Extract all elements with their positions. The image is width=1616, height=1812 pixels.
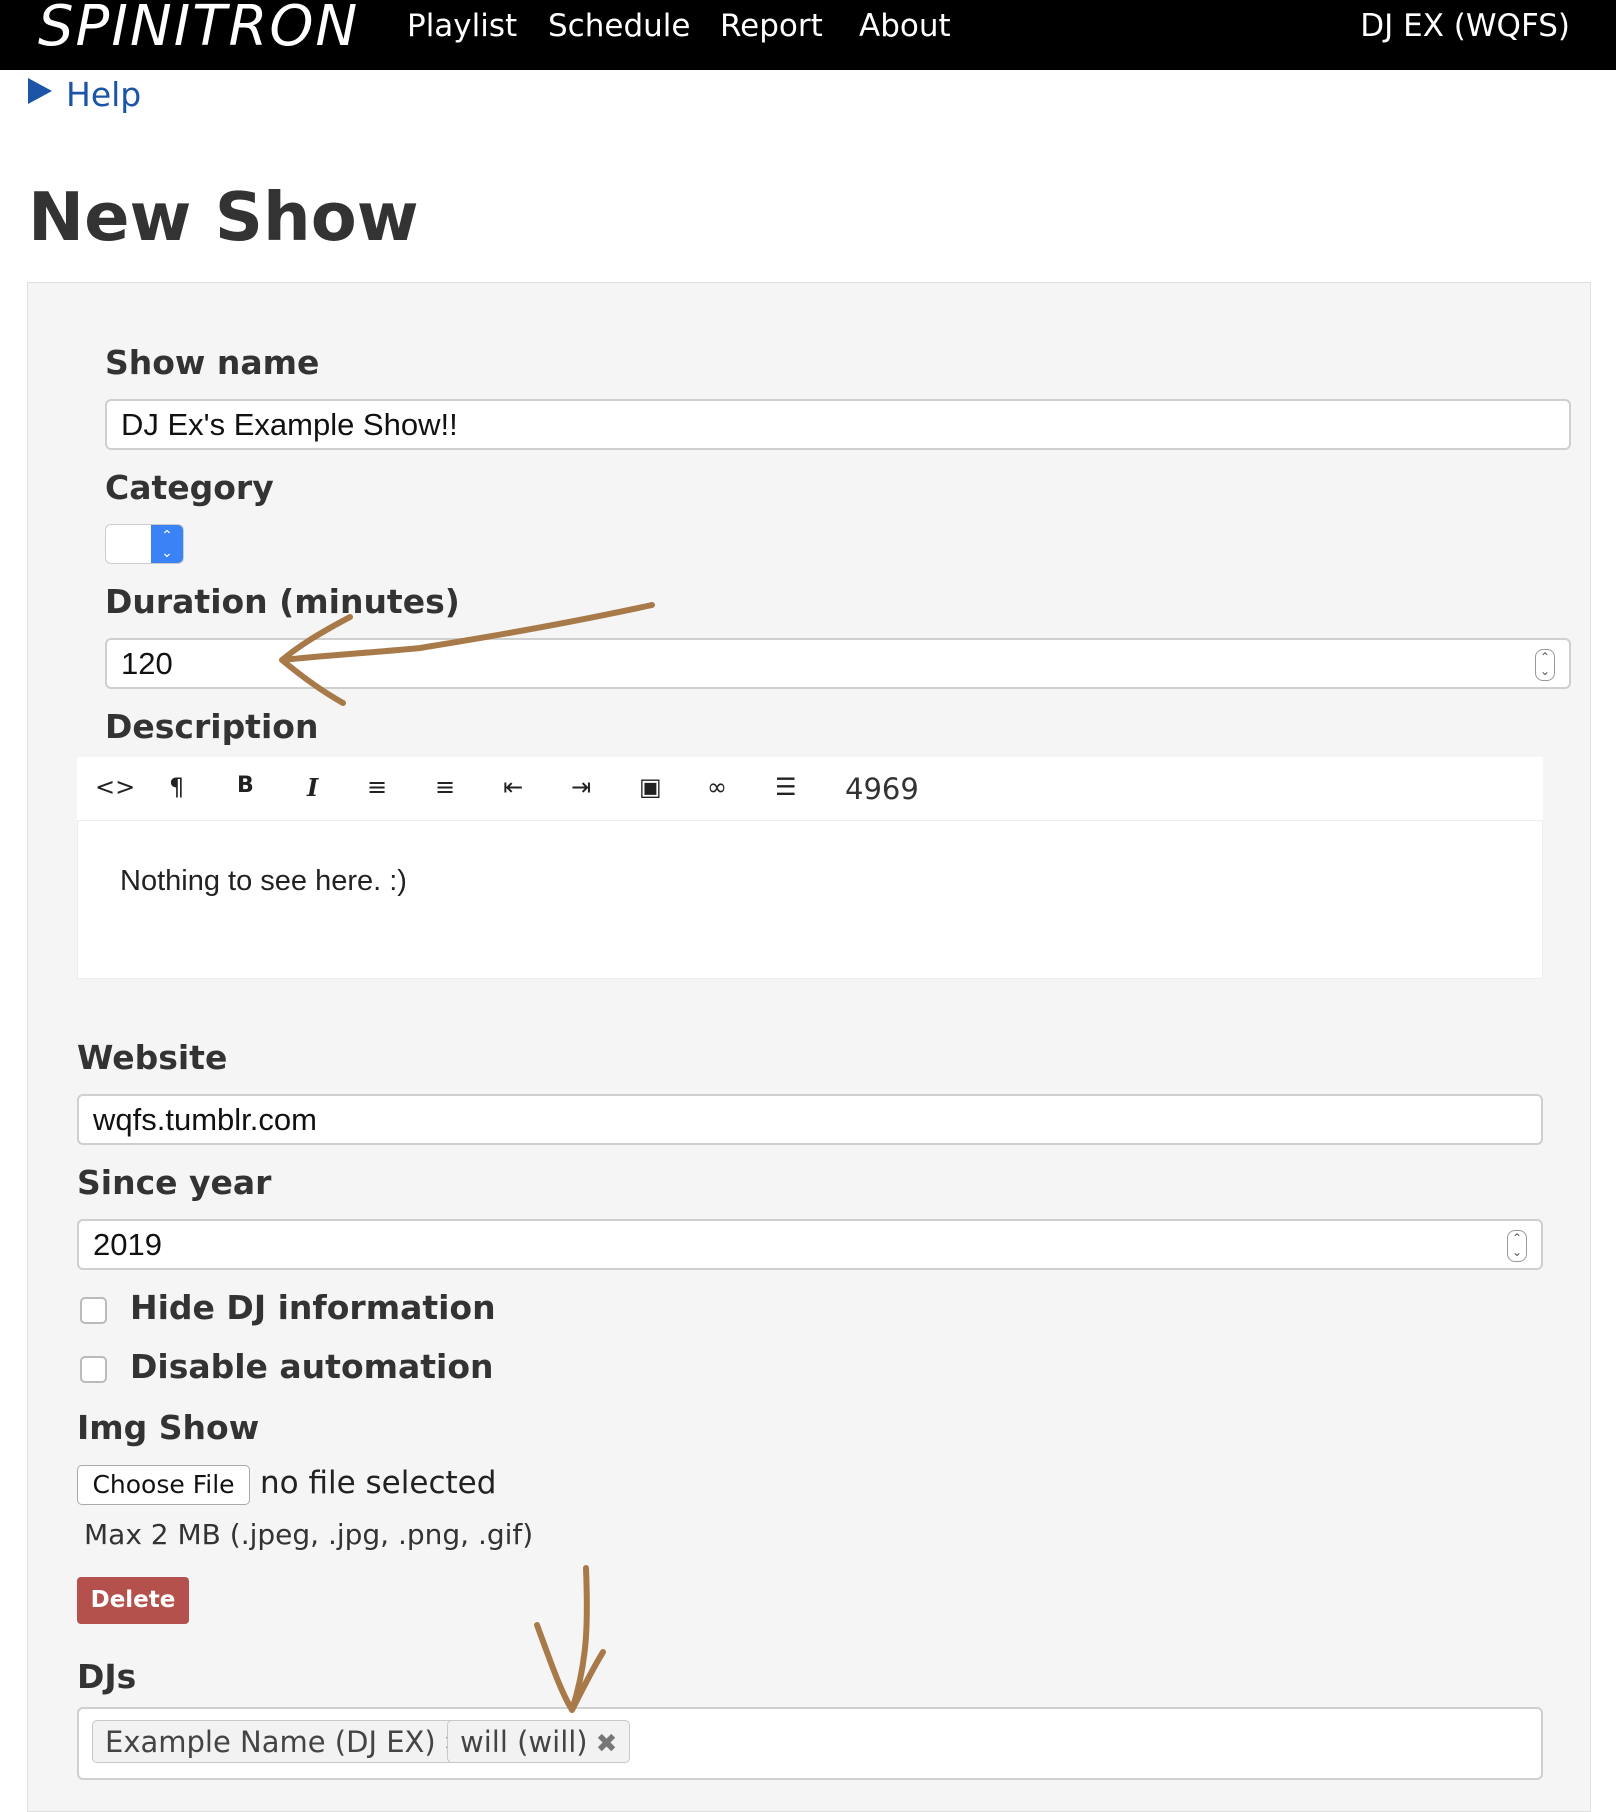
dj-tag: Example Name (DJ EX)✖ [92,1720,479,1763]
link-icon[interactable]: ∞ [707,773,727,801]
category-select[interactable]: ⌃ ⌄ [105,524,184,564]
duration-label: Duration (minutes) [105,582,460,621]
help-toggle[interactable]: Help [28,75,141,114]
disable-automation-label[interactable]: Disable automation [130,1347,494,1386]
page-title: New Show [28,178,419,256]
since-year-label: Since year [77,1163,272,1202]
duration-input[interactable]: 120 ⌃ ⌄ [105,638,1571,689]
bold-icon[interactable]: B [237,773,254,798]
img-show-label: Img Show [77,1408,260,1447]
number-stepper-icon[interactable]: ⌃ ⌄ [1535,649,1555,681]
hide-dj-checkbox[interactable] [80,1297,107,1324]
indent-icon[interactable]: ⇥ [571,773,591,801]
since-year-input[interactable]: 2019 ⌃ ⌄ [77,1219,1543,1270]
nav-user-menu[interactable]: DJ EX (WQFS) [1360,8,1570,44]
bullet-list-icon[interactable]: ≡ [367,773,387,801]
description-editor[interactable]: Nothing to see here. :) [77,820,1543,979]
brand-logo[interactable]: SPINITRON [38,0,359,59]
choose-file-button[interactable]: Choose File [77,1465,250,1505]
djs-label: DJs [77,1657,137,1696]
description-label: Description [105,707,319,746]
category-label: Category [105,468,274,507]
top-navbar: SPINITRON Playlist Schedule Report About… [0,0,1616,70]
file-status: no file selected [260,1465,497,1501]
dj-tag: will (will) ✖ [447,1720,631,1763]
nav-schedule[interactable]: Schedule [548,8,690,44]
play-triangle-icon [28,78,52,104]
form-panel: Show name DJ Ex's Example Show!! Categor… [27,282,1591,1812]
code-view-icon[interactable]: <> [95,773,135,801]
nav-playlist[interactable]: Playlist [407,8,517,44]
djs-tag-input[interactable]: Example Name (DJ EX)✖ will (will) ✖ [77,1707,1543,1780]
image-icon[interactable]: ▣ [639,773,662,801]
dj-tag-label: will (will) [460,1725,588,1759]
show-name-label: Show name [105,343,320,382]
number-stepper-icon[interactable]: ⌃ ⌄ [1507,1230,1527,1262]
delete-image-button[interactable]: Delete [77,1577,189,1624]
paragraph-icon[interactable]: ¶ [169,773,184,801]
hide-dj-label[interactable]: Hide DJ information [130,1288,496,1327]
file-size-hint: Max 2 MB (.jpeg, .jpg, .png, .gif) [84,1518,534,1551]
char-counter: 4969 [845,772,919,806]
dj-tag-label: Example Name (DJ EX) [105,1725,436,1759]
website-input[interactable]: wqfs.tumblr.com [77,1094,1543,1145]
align-icon[interactable]: ☰ [775,773,797,801]
duration-value: 120 [121,646,173,681]
disable-automation-checkbox[interactable] [80,1356,107,1383]
select-arrows-icon: ⌃ ⌄ [151,525,183,563]
remove-tag-icon[interactable]: ✖ [596,1729,618,1759]
show-name-input[interactable]: DJ Ex's Example Show!! [105,399,1571,450]
help-label: Help [66,75,142,114]
since-year-value: 2019 [93,1227,162,1262]
description-text: Nothing to see here. :) [120,865,407,897]
nav-about[interactable]: About [859,8,951,44]
numbered-list-icon[interactable]: ≡ [435,773,455,801]
outdent-icon[interactable]: ⇤ [503,773,523,801]
website-label: Website [77,1038,228,1077]
italic-icon[interactable]: I [307,773,318,802]
nav-report[interactable]: Report [720,8,823,44]
editor-toolbar: <> ¶ B I ≡ ≡ ⇤ ⇥ ▣ ∞ ☰ 4969 [77,757,1543,822]
